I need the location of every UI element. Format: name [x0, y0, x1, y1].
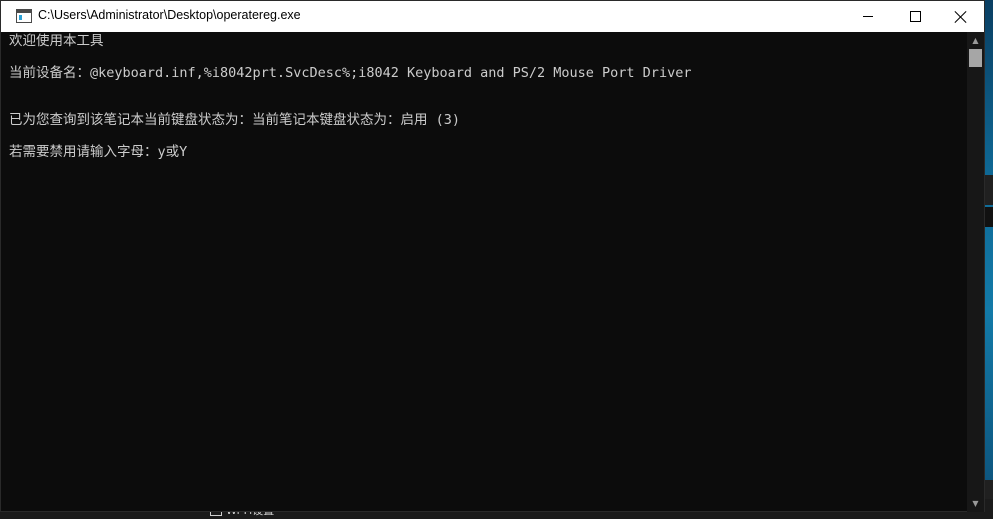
title-bar[interactable]: C:\Users\Administrator\Desktop\operatere… [1, 1, 984, 32]
window-title: C:\Users\Administrator\Desktop\operatere… [38, 8, 301, 22]
close-button[interactable] [938, 1, 984, 32]
console-app-icon [16, 9, 32, 23]
console-line: 若需要禁用请输入字母：y或Y [9, 144, 188, 160]
console-output[interactable]: 欢迎使用本工具 当前设备名：@keyboard.inf,%i8042prt.Sv… [1, 32, 967, 512]
console-line: 当前设备名：@keyboard.inf,%i8042prt.SvcDesc%;i… [9, 65, 692, 81]
maximize-button[interactable] [892, 1, 938, 32]
console-line: 已为您查询到该笔记本当前键盘状态为：当前笔记本键盘状态为：启用 (3) [9, 112, 461, 128]
vertical-scrollbar[interactable]: ▲ ▼ [967, 32, 984, 512]
scroll-down-arrow-icon[interactable]: ▼ [967, 495, 984, 512]
minimize-icon [863, 16, 873, 17]
maximize-icon [909, 11, 921, 22]
background-window-edge [985, 480, 993, 499]
console-line: 欢迎使用本工具 [9, 33, 104, 49]
minimize-button[interactable] [845, 1, 891, 32]
console-window[interactable]: C:\Users\Administrator\Desktop\operatere… [0, 0, 985, 512]
scroll-up-arrow-icon[interactable]: ▲ [967, 32, 984, 49]
close-icon [955, 11, 967, 23]
background-window-edge [985, 207, 993, 227]
scrollbar-thumb[interactable] [969, 49, 982, 67]
background-window-edge [985, 175, 993, 205]
